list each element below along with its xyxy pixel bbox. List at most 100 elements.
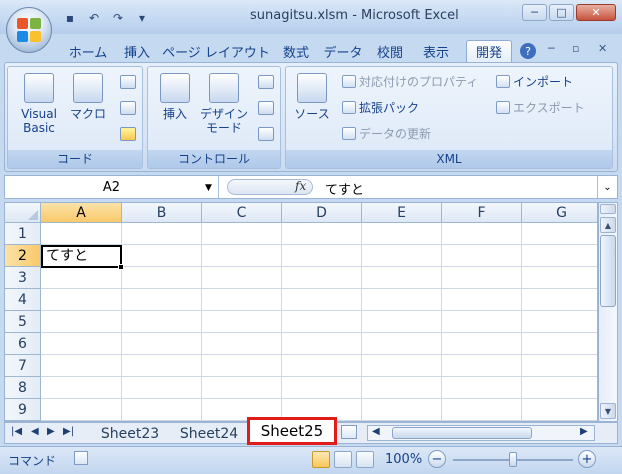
tab-page-layout[interactable]: ページ レイアウト [160,40,272,62]
normal-view-icon[interactable] [312,451,330,468]
worksheet-grid[interactable]: A B C D E F G 1 2 3 4 5 6 7 8 9 てすと [4,202,598,422]
tab-view[interactable]: 表示 [414,40,458,62]
zoom-slider-thumb[interactable] [509,452,517,467]
name-box-dropdown-icon[interactable]: ▼ [205,183,212,193]
column-header-b[interactable]: B [122,203,202,223]
page-break-view-icon[interactable] [356,451,374,468]
tab-data[interactable]: データ [320,40,366,62]
office-button[interactable] [6,7,52,53]
macro-security-icon[interactable] [120,127,136,141]
row-header-2[interactable]: 2 [5,245,41,267]
column-header-f[interactable]: F [442,203,522,223]
fill-handle[interactable] [118,264,124,270]
record-macro-icon[interactable] [120,75,136,89]
refresh-data-icon [342,127,356,140]
ribbon-restore-icon[interactable]: ▫ [572,42,579,55]
row-header-5[interactable]: 5 [5,311,41,333]
gridline [41,332,597,333]
insert-function-icon[interactable]: fx [295,179,306,193]
column-header-e[interactable]: E [362,203,442,223]
horizontal-scrollbar[interactable]: ◀ ▶ [367,425,595,441]
expansion-pack-label: 拡張パック [359,101,420,115]
gridline [441,223,442,421]
last-sheet-icon[interactable]: ▶| [63,426,74,437]
next-sheet-icon[interactable]: ▶ [47,426,55,437]
expansion-pack-button[interactable]: 拡張パック [342,99,419,116]
gridline [201,223,202,421]
row-header-9[interactable]: 9 [5,399,41,421]
view-code-icon[interactable] [258,101,274,115]
sheet-tab-sheet25[interactable]: Sheet25 [247,417,337,445]
status-bar: コマンド 100% − + [0,446,622,474]
gridline [41,354,597,355]
split-box-icon[interactable] [600,204,616,214]
tab-formulas[interactable]: 数式 [276,40,316,62]
redo-icon[interactable]: ↷ [108,9,128,27]
help-icon[interactable]: ? [520,43,536,59]
name-box[interactable]: A2 [5,176,219,198]
active-cell-a2[interactable]: てすと [41,245,122,268]
scroll-down-icon[interactable]: ▼ [600,403,616,419]
horizontal-scroll-thumb[interactable] [392,427,532,439]
column-header-g[interactable]: G [522,203,597,223]
relative-reference-icon[interactable] [120,101,136,115]
ribbon-minimize-icon[interactable]: ─ [548,42,555,55]
column-header-d[interactable]: D [282,203,362,223]
import-button[interactable]: インポート [496,73,573,90]
row-header-8[interactable]: 8 [5,377,41,399]
minimize-icon[interactable]: ─ [522,4,547,21]
group-xml-label: XML [286,150,612,168]
office-logo-icon [17,18,41,42]
run-dialog-icon[interactable] [258,127,274,141]
first-sheet-icon[interactable]: |◀ [11,426,22,437]
gridline [281,223,282,421]
source-label: ソース [294,107,330,121]
group-controls: 挿入 デザイン モード コントロール [147,66,281,169]
page-layout-view-icon[interactable] [334,451,352,468]
source-button[interactable]: ソース [290,73,334,121]
ribbon-close-icon[interactable]: ✕ [598,42,607,55]
zoom-in-icon[interactable]: + [578,450,596,468]
group-xml: ソース 対応付けのプロパティ 拡張パック データの更新 インポート エクスポート… [285,66,613,169]
sheet-tab-sheet23[interactable]: Sheet23 [91,424,169,443]
row-header-7[interactable]: 7 [5,355,41,377]
export-button[interactable]: エクスポート [496,99,585,116]
row-header-3[interactable]: 3 [5,267,41,289]
row-header-1[interactable]: 1 [5,223,41,245]
vertical-scrollbar[interactable]: ▲ ▼ [598,202,618,422]
row-header-6[interactable]: 6 [5,333,41,355]
formula-input[interactable]: てすと [325,179,364,198]
scroll-left-icon[interactable]: ◀ [372,426,380,437]
tab-review[interactable]: 校閲 [370,40,410,62]
undo-icon[interactable]: ↶ [84,9,104,27]
close-icon[interactable]: ✕ [576,4,616,21]
zoom-out-icon[interactable]: − [428,450,446,468]
column-header-a[interactable]: A [41,203,122,223]
maximize-icon[interactable]: □ [549,4,574,21]
refresh-data-button[interactable]: データの更新 [342,125,431,142]
expand-formula-bar-icon[interactable]: ⌄ [597,176,617,198]
visual-basic-button[interactable]: Visual Basic [12,73,66,135]
save-icon[interactable]: ▪ [60,9,80,27]
properties-icon[interactable] [258,75,274,89]
design-mode-button[interactable]: デザイン モード [198,73,250,135]
tab-home[interactable]: ホーム [62,40,114,62]
row-header-4[interactable]: 4 [5,289,41,311]
prev-sheet-icon[interactable]: ◀ [31,426,39,437]
record-macro-status-icon[interactable] [74,451,88,465]
tab-insert[interactable]: 挿入 [118,40,156,62]
tab-developer[interactable]: 開発 [466,40,512,62]
column-header-c[interactable]: C [202,203,282,223]
insert-sheet-icon[interactable] [341,425,357,439]
select-all-button[interactable] [5,203,41,223]
insert-control-icon [160,73,190,103]
scroll-up-icon[interactable]: ▲ [600,217,616,233]
vertical-scroll-thumb[interactable] [600,235,616,307]
map-properties-button[interactable]: 対応付けのプロパティ [342,73,478,90]
zoom-level[interactable]: 100% [385,452,422,467]
sheet-tab-sheet24[interactable]: Sheet24 [171,424,247,443]
macro-button[interactable]: マクロ [68,73,108,121]
customize-icon[interactable]: ▾ [132,9,152,27]
scroll-right-icon[interactable]: ▶ [580,426,588,437]
insert-control-button[interactable]: 挿入 [154,73,196,121]
